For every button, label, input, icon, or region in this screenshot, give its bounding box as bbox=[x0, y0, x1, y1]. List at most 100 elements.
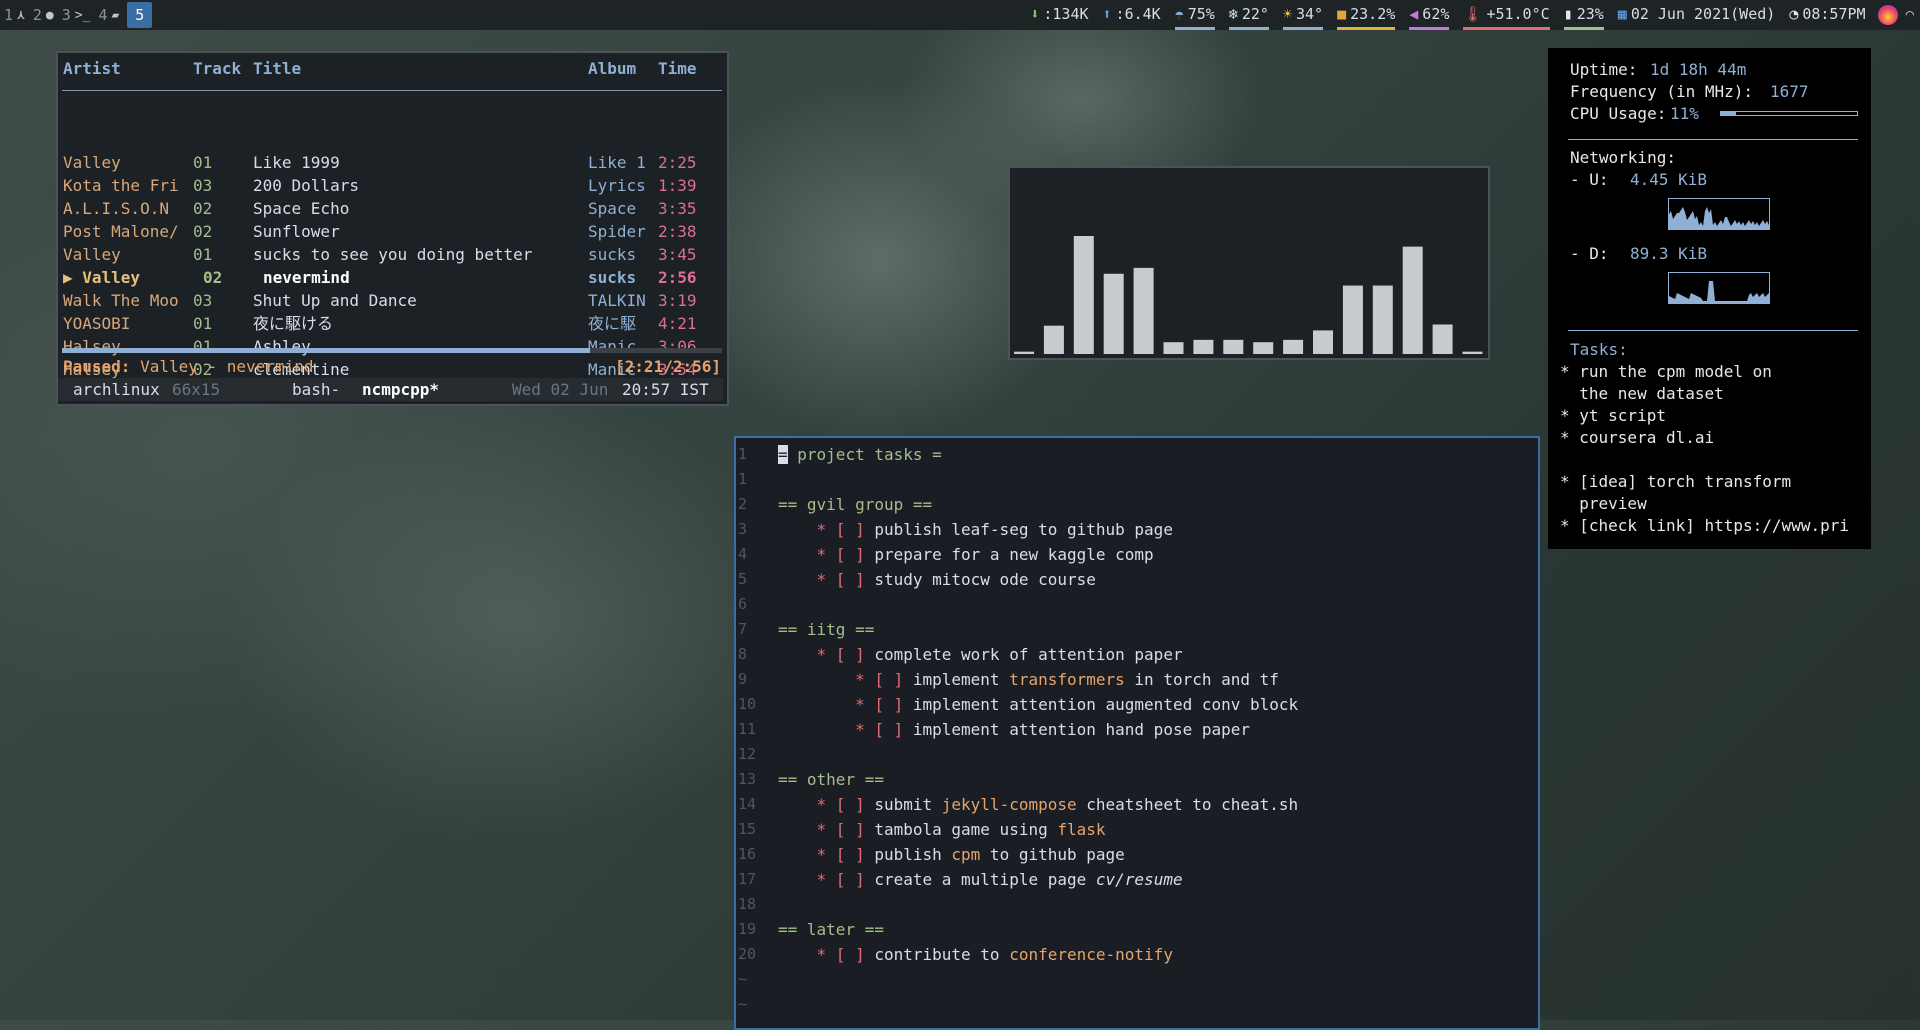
workspace-number: 2 bbox=[32, 6, 42, 24]
line-number: 13 bbox=[738, 770, 757, 788]
editor-line[interactable]: 4 * [ ] prepare for a new kaggle comp bbox=[736, 542, 1536, 567]
artist-column-header: Artist bbox=[63, 59, 121, 78]
line-segment: study mitocw ode course bbox=[874, 570, 1096, 589]
album-cell: sucks bbox=[588, 245, 637, 264]
fire-icon[interactable] bbox=[1877, 5, 1898, 25]
editor-line[interactable]: 2 == gvil group == bbox=[736, 492, 1536, 517]
editor-line[interactable]: 5 * [ ] study mitocw ode course bbox=[736, 567, 1536, 592]
workspace-active-button[interactable]: 5 bbox=[127, 2, 153, 28]
editor-line[interactable]: 12 bbox=[736, 742, 1536, 767]
uptime-value: 1d 18h 44m bbox=[1650, 60, 1747, 79]
upload-value: 4.45 KiB bbox=[1630, 170, 1708, 189]
line-number: 6 bbox=[738, 595, 748, 613]
track-cell: 01 bbox=[193, 314, 213, 333]
temp-high-stat[interactable]: ☀ 34° bbox=[1282, 1, 1324, 30]
line-segment: * [ ] bbox=[778, 845, 875, 864]
editor-line[interactable]: 9 * [ ] implement transformers in torch … bbox=[736, 667, 1536, 692]
tmux-date: Wed 02 Jun bbox=[512, 380, 609, 399]
editor-line[interactable]: 17 * [ ] create a multiple page cv/resum… bbox=[736, 867, 1536, 892]
memory-stat[interactable]: ■ 23.2% bbox=[1337, 1, 1396, 30]
date-stat-value: 02 Jun 2021(Wed) bbox=[1630, 4, 1776, 23]
editor-line[interactable]: 15 * [ ] tambola game using flask bbox=[736, 817, 1536, 842]
volume-stat-value: 62% bbox=[1422, 4, 1450, 23]
editor-line[interactable]: 11 * [ ] implement attention hand pose p… bbox=[736, 717, 1536, 742]
line-number: 9 bbox=[738, 670, 748, 688]
task-item: * yt script bbox=[1560, 406, 1666, 425]
line-number: 4 bbox=[738, 545, 748, 563]
text-cursor: = bbox=[778, 445, 788, 464]
tmux-statusline: archlinux 66x15 bash- ncmpcpp* Wed 02 Ju… bbox=[58, 378, 723, 401]
editor-line[interactable]: 16 * [ ] publish cpm to github page bbox=[736, 842, 1536, 867]
line-text: == later == bbox=[778, 917, 884, 942]
editor-line[interactable]: 13 == other == bbox=[736, 767, 1536, 792]
workspace-button-3[interactable]: 3 >_ bbox=[58, 0, 95, 30]
download-value: 89.3 KiB bbox=[1630, 244, 1708, 263]
weather-stat[interactable]: ☂ 75% bbox=[1174, 1, 1215, 30]
artist-cell: Kota the Fri bbox=[63, 176, 179, 195]
line-segment: jekyll-compose bbox=[941, 795, 1077, 814]
tmux-time: 20:57 IST bbox=[622, 380, 709, 399]
editor-line[interactable]: 20 * [ ] contribute to conference-notify bbox=[736, 942, 1536, 967]
editor-line[interactable]: 10 * [ ] implement attention augmented c… bbox=[736, 692, 1536, 717]
line-number: 11 bbox=[738, 720, 757, 738]
download-icon: ⬇ bbox=[1030, 4, 1040, 23]
graph-area bbox=[1669, 207, 1769, 229]
tmux-window-ncmpcpp[interactable]: ncmpcpp* bbox=[362, 378, 439, 401]
workspace-button-1[interactable]: 1 ⋏ bbox=[0, 0, 29, 30]
editor-line[interactable]: 8 * [ ] complete work of attention paper bbox=[736, 642, 1536, 667]
download-stat[interactable]: ⬇:134K bbox=[1030, 1, 1088, 30]
editor-line[interactable]: ~ bbox=[736, 967, 1536, 992]
tmux-window-bash[interactable]: bash- bbox=[292, 378, 340, 401]
editor-line[interactable]: 1 bbox=[736, 467, 1536, 492]
date-stat[interactable]: ▦ 02 Jun 2021(Wed) bbox=[1618, 1, 1776, 30]
wifi-icon[interactable]: ◠ bbox=[1906, 7, 1914, 23]
track-cell: 03 bbox=[193, 291, 213, 310]
editor-line[interactable]: 7 == iitg == bbox=[736, 617, 1536, 642]
line-number: 5 bbox=[738, 570, 748, 588]
line-segment: prepare for a new kaggle comp bbox=[874, 545, 1154, 564]
time-cell: 2:25 bbox=[658, 153, 697, 172]
line-text: * [ ] publish leaf-seg to github page bbox=[778, 517, 1173, 542]
title-cell: Shut Up and Dance bbox=[253, 291, 417, 310]
vim-editor-window[interactable]: 1 = project tasks = 1 2 == gvil group == 3 * … bbox=[734, 436, 1540, 1030]
line-segment: * [ ] bbox=[778, 645, 875, 664]
editor-line[interactable]: 18 bbox=[736, 892, 1536, 917]
line-segment: implement attention hand pose paper bbox=[912, 720, 1251, 739]
editor-line[interactable]: 1 = project tasks = bbox=[736, 442, 1536, 467]
line-text: * [ ] implement attention hand pose pape… bbox=[778, 717, 1250, 742]
artist-cell: Valley bbox=[63, 153, 121, 172]
workspace-button-4[interactable]: 4 ▰ bbox=[94, 0, 123, 30]
download-graph bbox=[1668, 272, 1770, 304]
artist-cell: Post Malone/ bbox=[63, 222, 179, 241]
line-text: * [ ] publish cpm to github page bbox=[778, 842, 1125, 867]
task-item: the new dataset bbox=[1560, 384, 1724, 403]
line-segment: conference-notify bbox=[1009, 945, 1173, 964]
cpu-usage-value: 11% bbox=[1670, 104, 1699, 123]
spectrum-bar bbox=[1462, 351, 1483, 354]
battery-stat[interactable]: ▮ 23% bbox=[1563, 1, 1604, 30]
editor-line[interactable]: 19 == later == bbox=[736, 917, 1536, 942]
line-segment: * [ ] bbox=[778, 795, 875, 814]
line-number: 19 bbox=[738, 920, 757, 938]
upload-stat[interactable]: ⬆:6.4K bbox=[1103, 1, 1161, 30]
line-segment: == other == bbox=[778, 770, 884, 789]
clock-icon: ◔ bbox=[1789, 4, 1799, 23]
line-text: * [ ] create a multiple page cv/resume bbox=[778, 867, 1183, 892]
workspace-button-2[interactable]: 2 ● bbox=[29, 0, 58, 30]
line-segment: create a multiple page bbox=[874, 870, 1096, 889]
cpu-temp-stat[interactable]: 🌡 +51.0°C bbox=[1463, 1, 1550, 30]
progress-bar[interactable] bbox=[62, 348, 722, 353]
editor-line[interactable]: 3 * [ ] publish leaf-seg to github page bbox=[736, 517, 1536, 542]
line-segment: cpm bbox=[951, 845, 981, 864]
editor-line[interactable]: 6 bbox=[736, 592, 1536, 617]
temp-low-stat[interactable]: ❄ 22° bbox=[1228, 1, 1269, 30]
editor-line[interactable]: 14 * [ ] submit jekyll-compose cheatshee… bbox=[736, 792, 1536, 817]
line-number: 1 bbox=[738, 470, 748, 488]
line-number: ~ bbox=[738, 970, 748, 988]
progress-fill bbox=[62, 348, 590, 353]
editor-line[interactable]: ~ bbox=[736, 992, 1536, 1017]
line-number: 18 bbox=[738, 895, 757, 913]
clock-stat[interactable]: ◔ 08:57PM bbox=[1789, 1, 1865, 30]
volume-stat[interactable]: ◀ 62% bbox=[1409, 1, 1450, 30]
line-segment: transformers bbox=[1009, 670, 1125, 689]
